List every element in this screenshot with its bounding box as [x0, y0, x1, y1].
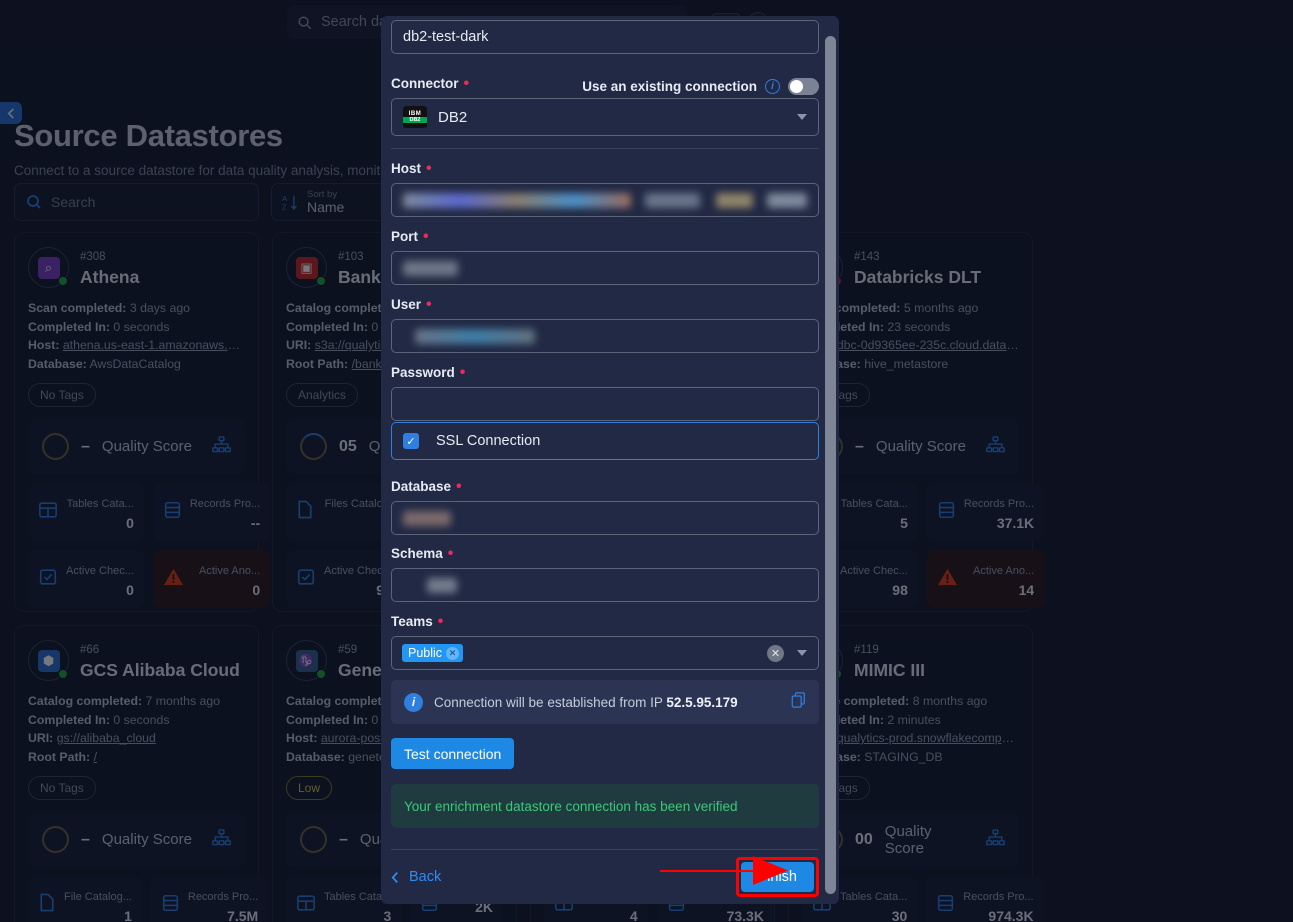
- back-button[interactable]: Back: [391, 869, 441, 885]
- datastore-name-value: db2-test-dark: [403, 29, 489, 45]
- teams-select[interactable]: Public ✕ ✕: [391, 636, 819, 670]
- datastore-name-input[interactable]: db2-test-dark: [391, 20, 819, 54]
- host-label: Host •: [391, 159, 432, 177]
- schema-input[interactable]: [391, 568, 819, 602]
- port-label: Port •: [391, 227, 429, 245]
- existing-connection-label: Use an existing connection: [582, 79, 757, 94]
- close-icon[interactable]: ✕: [446, 646, 460, 660]
- info-icon[interactable]: i: [765, 79, 780, 94]
- connection-ip-text: Connection will be established from IP 5…: [434, 694, 738, 710]
- port-input[interactable]: [391, 251, 819, 285]
- team-chip-label: Public: [408, 646, 443, 660]
- user-label: User •: [391, 295, 432, 313]
- required-marker: •: [426, 159, 432, 177]
- required-marker: •: [423, 227, 429, 245]
- database-label: Database •: [391, 477, 462, 495]
- clear-icon[interactable]: ✕: [767, 644, 784, 662]
- teams-label: Teams •: [391, 612, 444, 630]
- connector-select[interactable]: IBM DB2 DB2: [391, 98, 819, 136]
- password-input[interactable]: [391, 387, 819, 421]
- required-marker: •: [459, 363, 466, 381]
- required-marker: •: [456, 477, 462, 495]
- chevron-left-icon: [391, 871, 398, 883]
- existing-connection-toggle-row: Use an existing connection i: [582, 78, 819, 95]
- ssl-checkbox[interactable]: ✓: [403, 433, 419, 449]
- schema-label: Schema •: [391, 544, 454, 562]
- back-button-label: Back: [409, 869, 442, 885]
- database-input[interactable]: [391, 501, 819, 535]
- connection-ip-value: 52.5.95.179: [666, 694, 738, 710]
- required-marker: •: [447, 544, 454, 562]
- test-connection-button[interactable]: Test connection: [391, 738, 515, 769]
- ssl-connection-row[interactable]: ✓ SSL Connection: [391, 422, 819, 460]
- copy-icon[interactable]: [791, 691, 806, 713]
- chevron-down-icon[interactable]: [797, 650, 807, 656]
- info-icon: i: [404, 692, 423, 712]
- connector-value: DB2: [438, 108, 468, 126]
- connection-verified-banner: Your enrichment datastore connection has…: [391, 784, 819, 828]
- add-datastore-modal: db2-test-dark Connector • IBM DB2 DB2 Use…: [381, 16, 839, 904]
- required-marker: •: [426, 295, 432, 313]
- ssl-connection-label: SSL Connection: [436, 433, 541, 449]
- modal-scroll-area: db2-test-dark Connector • IBM DB2 DB2 Use…: [381, 16, 829, 904]
- existing-connection-switch[interactable]: [788, 78, 819, 95]
- password-label: Password •: [391, 363, 466, 381]
- required-marker: •: [437, 612, 444, 630]
- host-input[interactable]: [391, 183, 819, 217]
- form-divider: [391, 148, 819, 149]
- modal-scrollbar[interactable]: [825, 36, 836, 894]
- user-input[interactable]: [391, 319, 819, 353]
- team-chip[interactable]: Public ✕: [402, 644, 464, 662]
- ibm-db2-icon: IBM DB2: [403, 106, 427, 128]
- chevron-down-icon: [797, 114, 807, 120]
- connection-ip-info: i Connection will be established from IP…: [391, 680, 819, 724]
- annotation-arrow: [660, 856, 788, 885]
- required-marker: •: [463, 74, 470, 92]
